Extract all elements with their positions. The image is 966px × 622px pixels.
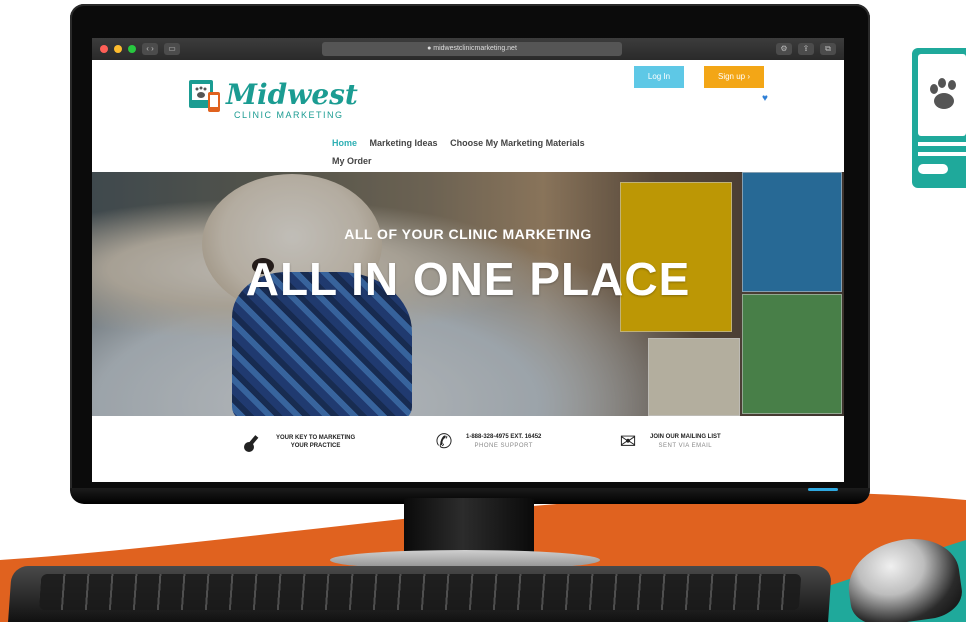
keyboard xyxy=(8,566,832,622)
logo-subtitle: CLINIC MARKETING xyxy=(234,110,344,120)
key-icon xyxy=(242,430,266,454)
info-key[interactable]: YOUR KEY TO MARKETING YOUR PRACTICE xyxy=(242,430,355,454)
info-bar: YOUR KEY TO MARKETING YOUR PRACTICE ✆ 1-… xyxy=(92,416,844,482)
nav-item-choose-materials[interactable]: Choose My Marketing Materials xyxy=(450,138,585,148)
info-mail-sub: SENT VIA EMAIL xyxy=(658,443,713,449)
side-brand-card xyxy=(912,48,966,188)
info-phone-sub: PHONE SUPPORT xyxy=(474,443,533,449)
logo-title[interactable]: Midwest xyxy=(226,78,358,111)
url-bar[interactable]: ● midwestclinicmarketing.net xyxy=(322,42,622,56)
nav-item-my-order[interactable]: My Order xyxy=(332,156,372,166)
site-header: Midwest CLINIC MARKETING Log In Sign up … xyxy=(92,60,844,172)
envelope-icon: ✉ xyxy=(619,431,637,453)
toolbar-right: ⚙ ⇪ ⧉ xyxy=(776,43,836,55)
sidebar-icon[interactable]: ▭ xyxy=(164,43,180,55)
browser-viewport: Midwest CLINIC MARKETING Log In Sign up … xyxy=(92,38,844,482)
hero-subtitle: ALL OF YOUR CLINIC MARKETING xyxy=(344,226,592,242)
minimize-window-button[interactable] xyxy=(114,45,122,53)
back-forward-icon[interactable]: ‹ › xyxy=(142,43,158,55)
info-mail[interactable]: ✉ JOIN OUR MAILING LIST SENT VIA EMAIL xyxy=(616,430,721,454)
phone-icon: ✆ xyxy=(435,431,453,453)
paw-icon xyxy=(918,54,966,136)
card-pill xyxy=(918,164,948,174)
info-key-line2: YOUR PRACTICE xyxy=(290,443,341,449)
maximize-window-button[interactable] xyxy=(128,45,136,53)
info-phone-number: 1-888-328-4975 EXT. 16452 xyxy=(466,434,542,440)
card-stripe xyxy=(918,142,966,146)
desktop-scene: Midwest CLINIC MARKETING Log In Sign up … xyxy=(0,0,966,622)
signup-button[interactable]: Sign up › xyxy=(704,66,764,88)
settings-icon[interactable]: ⚙ xyxy=(776,43,792,55)
tabs-icon[interactable]: ⧉ xyxy=(820,43,836,55)
monitor-stand xyxy=(404,498,534,556)
main-nav: Home Marketing Ideas Choose My Marketing… xyxy=(332,134,752,170)
info-phone[interactable]: ✆ 1-888-328-4975 EXT. 16452 PHONE SUPPOR… xyxy=(432,430,542,454)
hero-banner: ALL OF YOUR CLINIC MARKETING ALL IN ONE … xyxy=(92,172,844,416)
nav-item-marketing-ideas[interactable]: Marketing Ideas xyxy=(370,138,438,148)
power-indicator xyxy=(808,488,838,491)
info-key-line1: YOUR KEY TO MARKETING xyxy=(276,435,356,441)
heart-icon[interactable]: ♥ xyxy=(762,94,772,104)
nav-item-home[interactable]: Home xyxy=(332,138,357,148)
hero-title: ALL IN ONE PLACE xyxy=(245,253,691,305)
share-icon[interactable]: ⇪ xyxy=(798,43,814,55)
logo-icon[interactable] xyxy=(188,76,222,114)
keyboard-keys xyxy=(38,574,802,610)
card-stripe xyxy=(918,152,966,156)
close-window-button[interactable] xyxy=(100,45,108,53)
login-button[interactable]: Log In xyxy=(634,66,684,88)
browser-toolbar: ‹ › ▭ ● midwestclinicmarketing.net ⚙ ⇪ ⧉ xyxy=(92,38,844,60)
info-mail-line1: JOIN OUR MAILING LIST xyxy=(650,434,721,440)
